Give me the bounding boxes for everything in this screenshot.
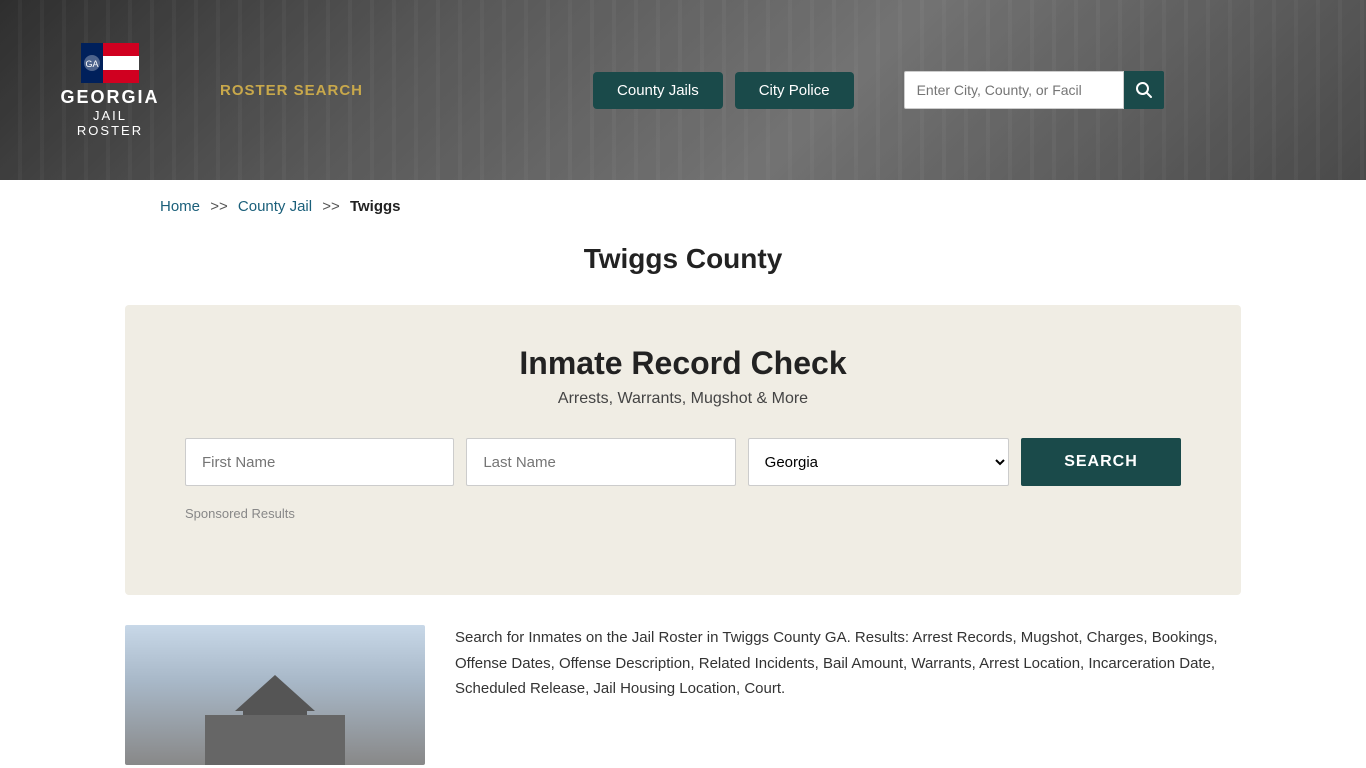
- header-banner: GA GEORGIA JAIL ROSTER ROSTER SEARCH Cou…: [0, 0, 1366, 180]
- roster-search-link[interactable]: ROSTER SEARCH: [220, 82, 363, 99]
- svg-text:GA: GA: [85, 59, 98, 69]
- breadcrumb-sep-1: >>: [210, 198, 228, 215]
- inmate-record-title: Inmate Record Check: [185, 345, 1181, 382]
- county-jails-button[interactable]: County Jails: [593, 72, 723, 109]
- breadcrumb-home[interactable]: Home: [160, 198, 200, 215]
- search-icon: [1135, 81, 1153, 99]
- header-search-button[interactable]: [1124, 71, 1164, 109]
- header-content: GA GEORGIA JAIL ROSTER ROSTER SEARCH Cou…: [0, 43, 1366, 138]
- logo-text-georgia: GEORGIA: [60, 87, 159, 108]
- breadcrumb-current: Twiggs: [350, 198, 401, 215]
- header-nav: ROSTER SEARCH County Jails City Police: [220, 71, 1326, 109]
- bottom-description: Search for Inmates on the Jail Roster in…: [455, 625, 1241, 702]
- nav-buttons: County Jails City Police: [593, 72, 854, 109]
- city-police-button[interactable]: City Police: [735, 72, 854, 109]
- header-search-input[interactable]: [904, 71, 1124, 109]
- bottom-section: Search for Inmates on the Jail Roster in…: [125, 625, 1241, 765]
- logo-text-roster: ROSTER: [77, 123, 143, 138]
- state-select[interactable]: AlabamaAlaskaArizonaArkansasCaliforniaCo…: [748, 438, 1009, 486]
- inmate-record-subtitle: Arrests, Warrants, Mugshot & More: [185, 390, 1181, 408]
- breadcrumb: Home >> County Jail >> Twiggs: [0, 180, 1366, 233]
- breadcrumb-county-jail[interactable]: County Jail: [238, 198, 312, 215]
- search-button[interactable]: SEARCH: [1021, 438, 1181, 486]
- courthouse-image: [125, 625, 425, 765]
- inmate-record-section: Inmate Record Check Arrests, Warrants, M…: [125, 305, 1241, 595]
- last-name-input[interactable]: [466, 438, 735, 486]
- logo-text-jail: JAIL: [93, 108, 127, 123]
- search-form: AlabamaAlaskaArizonaArkansasCaliforniaCo…: [185, 438, 1181, 486]
- logo-area[interactable]: GA GEORGIA JAIL ROSTER: [40, 43, 180, 138]
- header-search: [904, 71, 1164, 109]
- page-title: Twiggs County: [0, 243, 1366, 275]
- first-name-input[interactable]: [185, 438, 454, 486]
- breadcrumb-sep-2: >>: [322, 198, 340, 215]
- georgia-flag-icon: GA: [81, 43, 139, 83]
- sponsored-results: Sponsored Results: [185, 506, 1181, 521]
